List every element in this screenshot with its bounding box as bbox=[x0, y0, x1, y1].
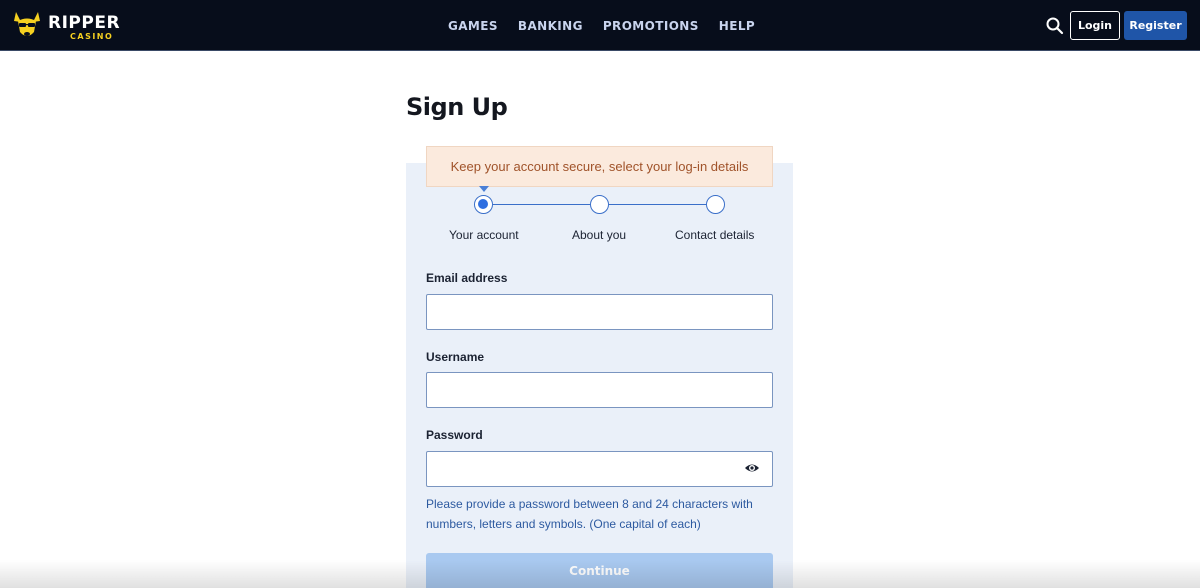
stepper-connector bbox=[493, 204, 590, 205]
password-label: Password bbox=[426, 428, 483, 442]
step-indicator-about-you bbox=[590, 195, 609, 214]
notice-pointer bbox=[479, 186, 489, 192]
password-hint: Please provide a password between 8 and … bbox=[426, 497, 753, 531]
step-indicator-your-account bbox=[474, 195, 493, 214]
step-label-contact-details: Contact details bbox=[675, 228, 755, 242]
stepper-connector bbox=[609, 204, 706, 205]
logo-text: RIPPER bbox=[48, 13, 121, 33]
notice-banner: Keep your account secure, select your lo… bbox=[426, 146, 773, 187]
email-field[interactable] bbox=[426, 294, 773, 330]
main-nav: GAMES BANKING PROMOTIONS HELP bbox=[448, 19, 775, 33]
step-label-about-you: About you bbox=[572, 228, 627, 242]
username-field[interactable] bbox=[426, 372, 773, 408]
login-button[interactable]: Login bbox=[1070, 11, 1120, 40]
password-field[interactable] bbox=[426, 451, 773, 487]
nav-item-games[interactable]: GAMES bbox=[448, 19, 498, 33]
kangaroo-logo-icon bbox=[14, 12, 40, 36]
nav-item-banking[interactable]: BANKING bbox=[518, 19, 583, 33]
nav-item-help[interactable]: HELP bbox=[719, 19, 755, 33]
eye-icon[interactable] bbox=[744, 461, 760, 475]
ripper-casino-logo[interactable]: RIPPER CASINO bbox=[10, 8, 120, 44]
continue-button[interactable]: Continue bbox=[426, 553, 773, 588]
username-label: Username bbox=[426, 350, 485, 364]
email-label: Email address bbox=[426, 271, 508, 285]
nav-item-promotions[interactable]: PROMOTIONS bbox=[603, 19, 699, 33]
search-button[interactable] bbox=[1045, 16, 1065, 36]
top-navigation-bar: RIPPER CASINO GAMES BANKING PROMOTIONS H… bbox=[0, 0, 1200, 51]
search-icon bbox=[1046, 17, 1064, 35]
page-title: Sign Up bbox=[406, 93, 508, 121]
step-indicator-contact-details bbox=[706, 195, 725, 214]
register-button[interactable]: Register bbox=[1124, 11, 1187, 40]
logo-subtext: CASINO bbox=[70, 32, 114, 41]
step-label-your-account: Your account bbox=[449, 228, 519, 242]
